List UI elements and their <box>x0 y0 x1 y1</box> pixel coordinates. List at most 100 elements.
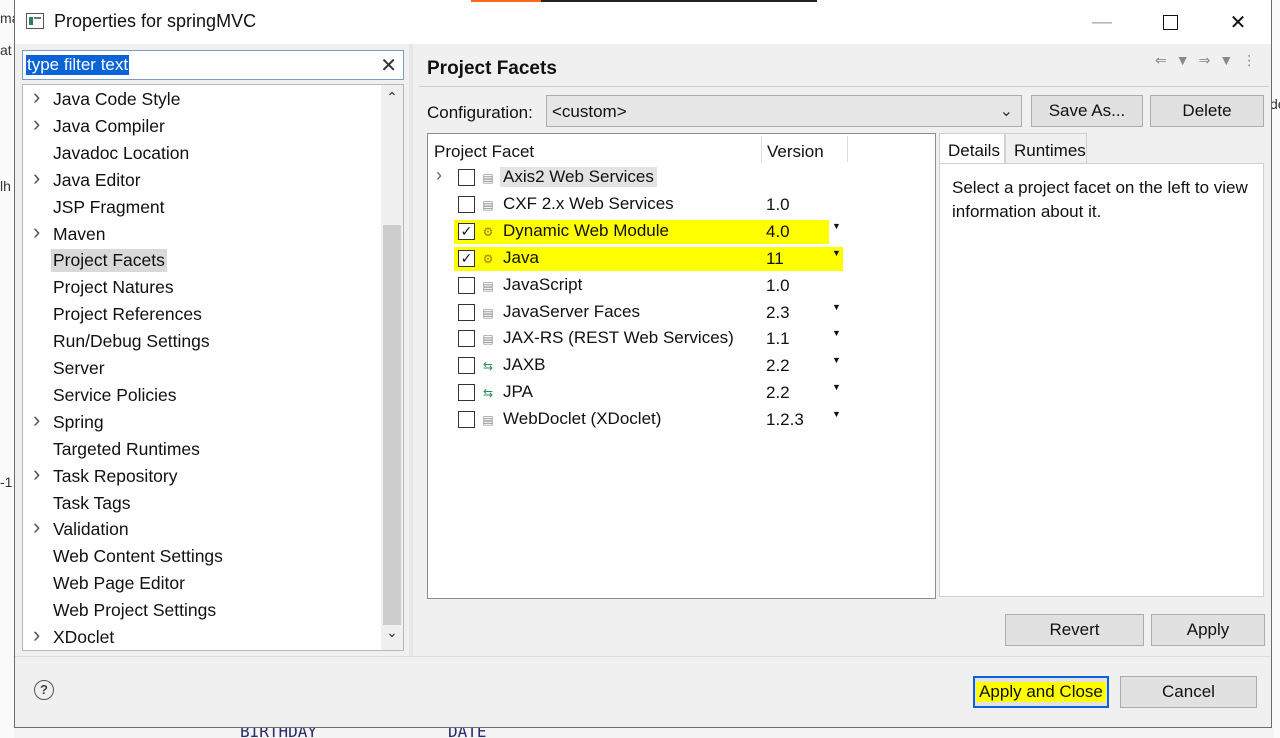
facet-name: JavaScript <box>503 274 583 294</box>
tree-item[interactable]: Project References <box>23 302 383 328</box>
tree-item[interactable]: › Validation <box>23 514 383 543</box>
tree-item[interactable]: › Spring <box>23 407 383 436</box>
minimize-icon: — <box>1092 10 1112 33</box>
apply-button[interactable]: Apply <box>1151 614 1265 646</box>
apply-and-close-button[interactable]: Apply and Close <box>973 676 1109 708</box>
arrows-icon: ⇆ <box>482 386 494 401</box>
facet-checkbox[interactable] <box>458 169 475 186</box>
facet-row[interactable]: ▤ WebDoclet (XDoclet) 1.2.3 ▼ <box>428 407 935 434</box>
version-dropdown-icon[interactable]: ▼ <box>832 355 841 365</box>
facet-row[interactable]: ▤ JavaServer Faces 2.3 ▼ <box>428 300 935 327</box>
chevron-right-icon[interactable]: › <box>33 111 40 137</box>
tree-scrollbar[interactable]: ⌃ ⌄ <box>381 85 403 650</box>
help-icon[interactable]: ? <box>34 680 54 700</box>
facet-version: 1.1 <box>766 329 790 349</box>
tree-item[interactable]: › Java Code Style <box>23 85 383 113</box>
facet-checkbox[interactable] <box>458 357 475 375</box>
tab-details[interactable]: Details <box>939 133 1005 164</box>
facet-row[interactable]: ✓ ⚙ Dynamic Web Module 4.0 ▼ <box>428 219 935 246</box>
version-dropdown-icon[interactable]: ▼ <box>832 409 841 419</box>
save-as-button[interactable]: Save As... <box>1031 95 1143 127</box>
facet-row[interactable]: ▤ JavaScript 1.0 <box>428 273 935 300</box>
back-arrow-icon[interactable]: ⇐ <box>1155 52 1167 68</box>
column-header-version[interactable]: Version <box>767 142 824 162</box>
tree-item[interactable]: Service Policies <box>23 383 383 409</box>
configuration-label: Configuration: <box>427 103 533 122</box>
tree-item-label: Server <box>53 358 105 378</box>
page-icon: ▤ <box>482 413 494 428</box>
version-dropdown-icon[interactable]: ▼ <box>832 248 841 258</box>
configuration-select[interactable]: <custom> ⌄ <box>546 95 1022 127</box>
forward-arrow-icon[interactable]: ⇒ <box>1199 52 1211 68</box>
delete-button[interactable]: Delete <box>1150 95 1264 127</box>
facet-checkbox[interactable] <box>458 384 475 402</box>
tree-item-label: Project Facets <box>51 249 167 273</box>
tree-item[interactable]: › Java Compiler <box>23 111 383 140</box>
chevron-right-icon[interactable]: › <box>33 165 40 191</box>
clear-filter-icon[interactable]: ✕ <box>380 53 397 78</box>
facet-row[interactable]: ▤ CXF 2.x Web Services 1.0 <box>428 192 935 219</box>
tree-item[interactable]: Targeted Runtimes <box>23 437 383 463</box>
chevron-right-icon[interactable]: › <box>33 622 40 648</box>
back-menu-icon[interactable]: ▼ <box>1176 52 1190 68</box>
chevron-right-icon[interactable]: › <box>436 165 442 186</box>
facet-name: JavaServer Faces <box>503 301 640 321</box>
chevron-right-icon[interactable]: › <box>33 85 40 110</box>
maximize-button[interactable] <box>1147 6 1193 38</box>
tab-runtimes[interactable]: Runtimes <box>1005 133 1087 163</box>
facet-checkbox[interactable] <box>458 411 475 429</box>
tree-item[interactable]: › Task Repository <box>23 461 383 490</box>
tree-item-label: Java Editor <box>53 169 141 190</box>
gear-icon: ⚙ <box>482 251 494 266</box>
tree-item[interactable]: JSP Fragment <box>23 195 383 221</box>
facet-checkbox[interactable] <box>458 330 475 348</box>
scroll-down-icon[interactable]: ⌄ <box>381 624 403 646</box>
chevron-right-icon[interactable]: › <box>33 461 40 487</box>
version-dropdown-icon[interactable]: ▼ <box>832 382 841 392</box>
tree-item[interactable]: › Maven <box>23 219 383 248</box>
tree-item[interactable]: Project Facets <box>23 248 383 274</box>
tree-item[interactable]: Run/Debug Settings <box>23 329 383 355</box>
tree-item-label: Spring <box>53 411 104 432</box>
tree-item[interactable]: › XDoclet <box>23 622 383 650</box>
tree-item[interactable]: Javadoc Location <box>23 141 383 167</box>
version-dropdown-icon[interactable]: ▼ <box>832 302 841 312</box>
close-icon: ✕ <box>1229 11 1247 34</box>
facet-checkbox[interactable] <box>458 276 475 294</box>
facet-row[interactable]: ▤ JAX-RS (REST Web Services) 1.1 ▼ <box>428 326 935 353</box>
panel-sash[interactable] <box>409 44 413 656</box>
scrollbar-thumb[interactable] <box>383 225 401 625</box>
facet-row[interactable]: › ▤ Axis2 Web Services <box>428 165 935 192</box>
facet-row[interactable]: ⇆ JAXB 2.2 ▼ <box>428 353 935 380</box>
tree-item[interactable]: Web Project Settings <box>23 598 383 624</box>
close-button[interactable]: ✕ <box>1215 6 1261 38</box>
chevron-right-icon[interactable]: › <box>33 219 40 245</box>
forward-menu-icon[interactable]: ▼ <box>1219 52 1233 68</box>
facet-checkbox[interactable]: ✓ <box>458 249 475 267</box>
facet-checkbox[interactable] <box>458 195 475 213</box>
view-menu-icon[interactable]: ⋮ <box>1242 52 1256 68</box>
minimize-button[interactable]: — <box>1079 6 1125 38</box>
facet-row[interactable]: ⇆ JPA 2.2 ▼ <box>428 380 935 407</box>
version-dropdown-icon[interactable]: ▼ <box>832 328 841 338</box>
filter-input[interactable]: type filter text ✕ <box>22 50 404 80</box>
tree-item[interactable]: Server <box>23 356 383 382</box>
tree-item[interactable]: Web Content Settings <box>23 544 383 570</box>
chevron-right-icon[interactable]: › <box>33 407 40 433</box>
tree-item[interactable]: › Java Editor <box>23 165 383 194</box>
facet-checkbox[interactable] <box>458 303 475 321</box>
tree-item[interactable]: Project Natures <box>23 275 383 301</box>
properties-dialog: Properties for springMVC — ✕ type filter… <box>14 0 1272 728</box>
chevron-right-icon[interactable]: › <box>33 514 40 540</box>
cancel-button[interactable]: Cancel <box>1120 676 1257 708</box>
tree-item[interactable]: Task Tags <box>23 491 383 517</box>
column-header-facet[interactable]: Project Facet <box>434 142 534 162</box>
tree-item[interactable]: Web Page Editor <box>23 571 383 597</box>
facet-checkbox[interactable]: ✓ <box>458 222 475 240</box>
tree-item-label: Service Policies <box>53 384 177 405</box>
version-dropdown-icon[interactable]: ▼ <box>832 221 841 231</box>
facet-version: 4.0 <box>766 221 790 241</box>
facet-row[interactable]: ✓ ⚙ Java 11 ▼ <box>428 246 935 273</box>
scroll-up-icon[interactable]: ⌃ <box>381 89 403 111</box>
revert-button[interactable]: Revert <box>1005 614 1144 646</box>
